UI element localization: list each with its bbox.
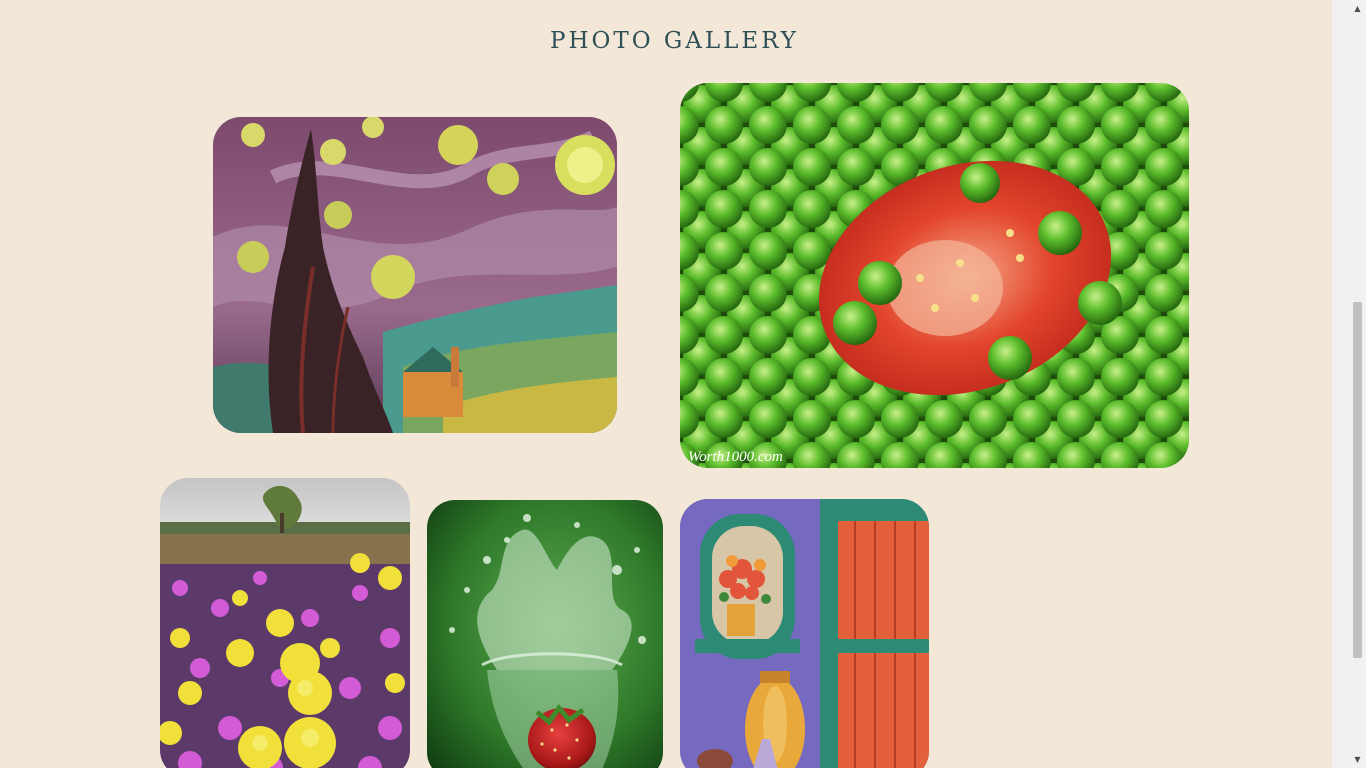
scroll-up-arrow-icon[interactable]: ▲	[1349, 0, 1366, 17]
wildflower-image	[160, 478, 410, 768]
scroll-down-arrow-icon[interactable]: ▼	[1349, 751, 1366, 768]
peas-and-tomato-photo[interactable]: Worth1000.com	[680, 83, 1189, 468]
watermark-text: Worth1000.com	[688, 449, 783, 465]
vertical-scrollbar[interactable]	[1332, 0, 1349, 768]
vertical-scrollbar-track[interactable]: ▲ ▼	[1349, 0, 1366, 768]
gallery-page: PHOTO GALLERY Worth1000.com	[0, 0, 1349, 768]
strawberry-splash-image	[427, 500, 663, 768]
wildflower-field-photo[interactable]	[160, 478, 410, 768]
window-door-image	[680, 499, 929, 768]
strawberry-splash-photo[interactable]	[427, 500, 663, 768]
starry-night-image	[213, 117, 617, 433]
starry-night-painting-photo[interactable]	[213, 117, 617, 433]
scrollbar-thumb[interactable]	[1353, 302, 1362, 658]
peas-tomato-image: Worth1000.com	[680, 83, 1189, 468]
page-title: PHOTO GALLERY	[549, 28, 799, 54]
window-door-painting-photo[interactable]	[680, 499, 929, 768]
